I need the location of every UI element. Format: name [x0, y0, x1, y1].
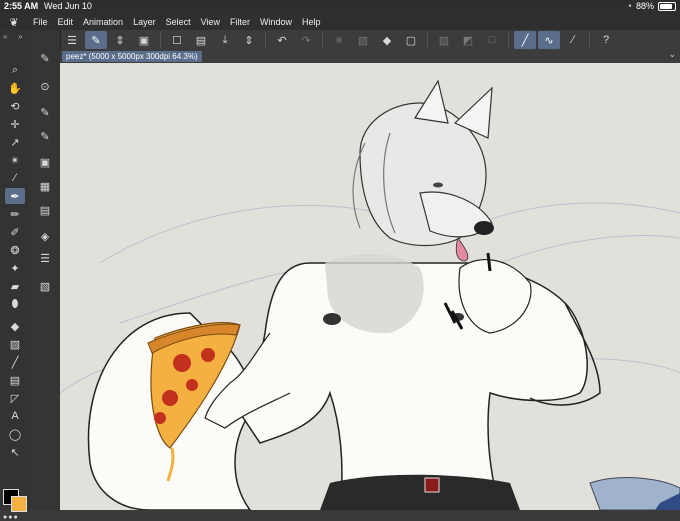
belt-buckle: [424, 477, 440, 493]
tool-palette: « » ⌕ ✋ ⟲ ✛ ↗ ✴ ∕ ✒ ✏ ✐ ❂ ✦ ▰ ⬮ ◆ ▧ ╱ ▤ …: [0, 30, 31, 521]
balloon-icon[interactable]: ◯: [5, 426, 25, 442]
brush-icon[interactable]: ✐: [5, 224, 25, 240]
menu-window[interactable]: Window: [255, 17, 297, 27]
separator: [427, 33, 428, 47]
chevron-down-icon[interactable]: ⌄: [668, 49, 676, 60]
color-circle-icon[interactable]: ✎: [35, 128, 55, 144]
redo-icon[interactable]: ↷: [295, 31, 317, 49]
hand-icon[interactable]: ✋: [5, 80, 25, 96]
separator: [322, 33, 323, 47]
pants: [320, 474, 520, 510]
app-logo-icon[interactable]: ❦: [0, 16, 28, 29]
separator: [160, 33, 161, 47]
menu-view[interactable]: View: [196, 17, 225, 27]
eyedropper-icon[interactable]: ∕: [5, 170, 25, 186]
select-icon[interactable]: ↗: [5, 134, 25, 150]
help-icon[interactable]: ?: [595, 31, 617, 49]
undo-icon[interactable]: ↶: [271, 31, 293, 49]
open-folder-icon[interactable]: ▤: [190, 31, 212, 49]
line-icon[interactable]: ╱: [5, 354, 25, 370]
canvas-tab[interactable]: peez* (5000 x 5000px 300dpi 64.3%): [62, 51, 202, 62]
intermediate-color-icon[interactable]: ▤: [35, 202, 55, 218]
tongue: [455, 237, 469, 262]
separator: [508, 33, 509, 47]
ear-left: [414, 79, 449, 124]
separator: [265, 33, 266, 47]
fill-selection-icon[interactable]: ◆: [376, 31, 398, 49]
new-file-icon[interactable]: ☐: [166, 31, 188, 49]
battery-icon: [658, 1, 676, 11]
menu-file[interactable]: File: [28, 17, 53, 27]
clear-icon[interactable]: ▧: [352, 31, 374, 49]
artwork: [60, 79, 680, 510]
collapse-icon[interactable]: «: [3, 32, 7, 41]
layer-property-icon[interactable]: ◈: [35, 228, 55, 244]
selection-border-icon[interactable]: □: [481, 31, 503, 49]
wifi-icon: ◔: [626, 1, 632, 11]
menu-filter[interactable]: Filter: [225, 17, 255, 27]
save-icon[interactable]: ⤓: [214, 31, 236, 49]
rotate-icon[interactable]: ⟲: [5, 98, 25, 114]
stabilizer-icon[interactable]: ╱: [514, 31, 536, 49]
decoration-icon[interactable]: ✦: [5, 260, 25, 276]
deselect-icon[interactable]: ▨: [433, 31, 455, 49]
separator: [589, 33, 590, 47]
wand-icon[interactable]: ✴: [5, 152, 25, 168]
canvas-tab-bar: peez* (5000 x 5000px 300dpi 64.3%) ⌄: [60, 49, 680, 63]
navigator-icon[interactable]: ▧: [35, 278, 55, 294]
companion-mode-icon[interactable]: ▣: [133, 31, 155, 49]
pen-icon[interactable]: ✒: [5, 188, 25, 204]
text-icon[interactable]: A: [5, 408, 25, 424]
quick-access-icon[interactable]: ✎: [85, 31, 107, 49]
color-history-icon[interactable]: ▦: [35, 178, 55, 194]
airbrush-icon[interactable]: ❂: [5, 242, 25, 258]
pencil-icon[interactable]: ✏: [5, 206, 25, 222]
chevron-updown-2-icon[interactable]: ⇕: [238, 31, 260, 49]
pen-pressure-icon[interactable]: ∕: [562, 31, 584, 49]
menu-help[interactable]: Help: [297, 17, 326, 27]
ios-status-bar: 2:55 AM Wed Jun 10 ◔ 88%: [0, 0, 680, 14]
zoom-icon[interactable]: ⌕: [5, 62, 25, 78]
blend-icon[interactable]: ⬮: [5, 296, 25, 312]
status-time: 2:55 AM: [4, 1, 39, 11]
color-set-icon[interactable]: ▣: [35, 154, 55, 170]
battery-percent: 88%: [635, 1, 654, 11]
menu-animation[interactable]: Animation: [78, 17, 128, 27]
status-date: Wed Jun 10: [44, 1, 92, 11]
menu-bar: ❦ File Edit Animation Layer Select View …: [0, 14, 680, 30]
frame-icon[interactable]: ▤: [5, 372, 25, 388]
move-icon[interactable]: ✛: [5, 116, 25, 132]
gradient-icon[interactable]: ▧: [5, 336, 25, 352]
ruler-icon[interactable]: ◸: [5, 390, 25, 406]
nose: [474, 221, 494, 235]
command-bar: ☰ ✎ ⇕ ▣ ☐ ▤ ⤓ ⇕ ↶ ↷ ✳ ▧ ◆ ▢ ▨ ◩ □ ╱ ∿ ∕ …: [60, 30, 680, 51]
brush-size-icon[interactable]: ✎: [35, 104, 55, 120]
loading-icon[interactable]: ✳: [328, 31, 350, 49]
smoothing-icon[interactable]: ∿: [538, 31, 560, 49]
fill-icon[interactable]: ◆: [5, 318, 25, 334]
status-right: ◔ 88%: [627, 1, 676, 11]
menu-layer[interactable]: Layer: [128, 17, 161, 27]
invert-selection-icon[interactable]: ◩: [457, 31, 479, 49]
chevron-updown-icon[interactable]: ⇕: [109, 31, 131, 49]
menu-select[interactable]: Select: [161, 17, 196, 27]
hamburger-menu-icon[interactable]: ☰: [61, 31, 83, 49]
nipple-left: [323, 313, 341, 325]
menu-edit[interactable]: Edit: [53, 17, 79, 27]
layers-icon[interactable]: ☰: [35, 250, 55, 266]
transform-icon[interactable]: ▢: [400, 31, 422, 49]
transparent-color-icon[interactable]: ●●●: [3, 514, 19, 521]
expand-icon[interactable]: »: [18, 32, 22, 41]
tool-property-icon[interactable]: ⊙: [35, 78, 55, 94]
correct-line-icon[interactable]: ↖: [5, 444, 25, 460]
eraser-icon[interactable]: ▰: [5, 278, 25, 294]
sub-tool-column: ✎ ⊙ ✎ ✎ ▣ ▦ ▤ ◈ ☰ ▧: [30, 30, 61, 510]
sub-tool-icon[interactable]: ✎: [35, 50, 55, 66]
drawing-canvas[interactable]: [60, 63, 680, 510]
eye: [433, 182, 443, 188]
